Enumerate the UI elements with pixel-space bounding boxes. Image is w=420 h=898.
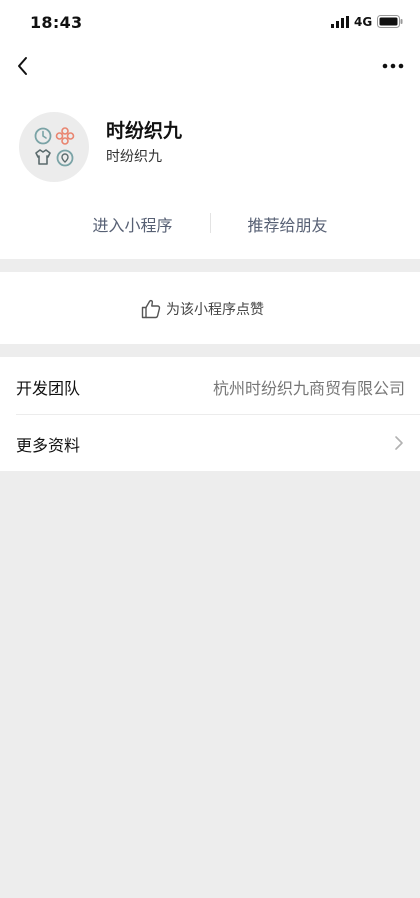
recommend-to-friends-button[interactable]: 推荐给朋友 bbox=[215, 212, 360, 236]
status-time: 18:43 bbox=[30, 13, 83, 32]
signal-icon bbox=[331, 16, 349, 28]
flower-icon bbox=[55, 127, 75, 145]
chevron-right-icon bbox=[395, 436, 403, 450]
developer-team-row: 开发团队 杭州时纷织九商贸有限公司 bbox=[0, 357, 420, 414]
action-divider bbox=[210, 213, 211, 233]
app-subtitle: 时纷织九 bbox=[106, 149, 162, 165]
enter-mini-program-button[interactable]: 进入小程序 bbox=[60, 212, 205, 236]
network-type: 4G bbox=[354, 15, 373, 29]
thumbs-up-icon bbox=[141, 299, 161, 319]
more-icon[interactable] bbox=[378, 52, 408, 80]
shirt-icon bbox=[35, 149, 51, 165]
app-title: 时纷织九 bbox=[106, 120, 183, 142]
avatar bbox=[19, 112, 89, 182]
back-icon[interactable] bbox=[10, 52, 38, 80]
profile-card: 时纷织九 时纷织九 进入小程序 推荐给朋友 bbox=[0, 88, 420, 259]
more-info-label: 更多资料 bbox=[16, 436, 81, 455]
status-bar: 18:43 4G bbox=[0, 0, 420, 44]
battery-icon bbox=[377, 15, 403, 28]
like-card: 为该小程序点赞 bbox=[0, 272, 420, 344]
mini-program-profile-screen: 18:43 4G 时纷织九 时纷织九 进入小程序 推荐给朋友 为该小程序点赞 开… bbox=[0, 0, 420, 898]
clock-icon bbox=[34, 127, 52, 145]
like-label: 为该小程序点赞 bbox=[166, 302, 264, 318]
more-info-row[interactable]: 更多资料 bbox=[0, 414, 420, 471]
avatar-logo bbox=[34, 127, 75, 167]
like-button[interactable]: 为该小程序点赞 bbox=[140, 296, 264, 322]
info-list: 开发团队 杭州时纷织九商贸有限公司 更多资料 bbox=[0, 357, 420, 471]
developer-team-label: 开发团队 bbox=[16, 379, 81, 398]
location-icon bbox=[56, 149, 74, 167]
developer-team-value: 杭州时纷织九商贸有限公司 bbox=[212, 379, 405, 398]
navigation-bar bbox=[0, 44, 420, 88]
